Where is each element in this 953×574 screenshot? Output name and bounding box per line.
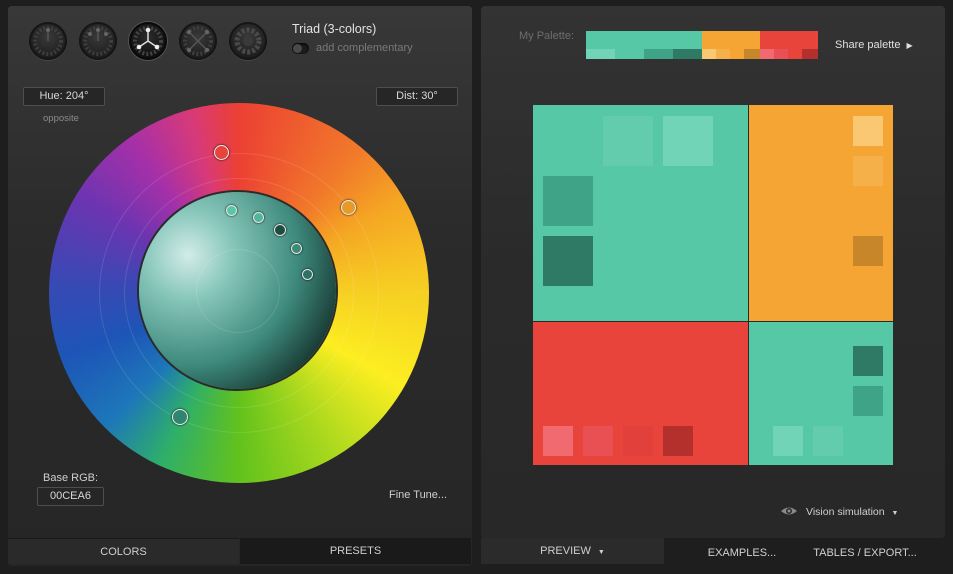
preview-swatch bbox=[663, 426, 693, 456]
rule-compound-button[interactable] bbox=[229, 22, 267, 60]
shade-marker-1[interactable] bbox=[226, 205, 237, 216]
base-rgb-field[interactable]: 00CEA6 bbox=[37, 487, 104, 506]
rule-monochromatic-button[interactable] bbox=[79, 22, 117, 60]
palette-shade bbox=[702, 49, 716, 59]
palette-shade bbox=[730, 49, 744, 59]
disc-guide-ring bbox=[196, 249, 280, 333]
shade-marker-3[interactable] bbox=[274, 224, 286, 236]
rule-title: Triad (3-colors) bbox=[292, 22, 377, 36]
complementary-label[interactable]: add complementary bbox=[316, 42, 413, 54]
preview-swatch bbox=[813, 426, 843, 456]
tab-tables-export[interactable]: TABLES / EXPORT... bbox=[802, 541, 928, 565]
palette-shade bbox=[760, 49, 774, 59]
complementary-toggle[interactable] bbox=[292, 43, 309, 54]
preview-swatch bbox=[623, 426, 653, 456]
preview-swatch bbox=[583, 426, 613, 456]
palette-preview bbox=[533, 105, 893, 465]
tab-colors[interactable]: COLORS bbox=[8, 538, 239, 564]
palette-shade bbox=[615, 49, 644, 59]
tab-preview-label: PREVIEW bbox=[540, 545, 591, 557]
chevron-down-icon: ▼ bbox=[597, 549, 605, 556]
palette-shade bbox=[586, 49, 615, 59]
shade-marker-2[interactable] bbox=[253, 212, 264, 223]
palette-shade bbox=[744, 49, 760, 59]
preview-swatch bbox=[853, 236, 883, 266]
preview-swatch bbox=[543, 176, 593, 226]
palette-swatch-red bbox=[760, 31, 818, 49]
tab-preview[interactable]: PREVIEW ▼ bbox=[481, 538, 664, 564]
monochromatic-icon bbox=[83, 26, 113, 56]
preview-swatch bbox=[773, 426, 803, 456]
rule-complementary-button[interactable] bbox=[179, 22, 217, 60]
palette-swatch-teal bbox=[586, 31, 702, 49]
preview-swatch bbox=[853, 346, 883, 376]
my-palette-label: My Palette: bbox=[519, 30, 575, 42]
shade-marker-5[interactable] bbox=[302, 269, 313, 280]
palette-shade bbox=[716, 49, 730, 59]
hue-field[interactable]: Hue: 204° bbox=[23, 87, 105, 106]
hue-marker-red[interactable] bbox=[214, 145, 229, 160]
preview-swatch bbox=[603, 116, 653, 166]
palette-shade bbox=[774, 49, 788, 59]
eye-icon[interactable] bbox=[780, 504, 798, 518]
preview-swatch bbox=[543, 236, 593, 286]
hue-sub-label: opposite bbox=[43, 113, 79, 124]
compound-gear-icon bbox=[234, 27, 262, 55]
palette-shade bbox=[802, 49, 818, 59]
chevron-right-icon: ▶ bbox=[906, 41, 913, 50]
hue-marker-teal[interactable] bbox=[172, 409, 188, 425]
triad-icon bbox=[133, 26, 163, 56]
analogous-icon bbox=[33, 26, 63, 56]
chevron-down-icon: ▼ bbox=[891, 510, 899, 517]
palette-strip[interactable] bbox=[586, 31, 818, 59]
palette-shade bbox=[788, 49, 802, 59]
preview-swatch bbox=[543, 426, 573, 456]
tab-examples[interactable]: EXAMPLES... bbox=[690, 541, 794, 565]
fine-tune-link[interactable]: Fine Tune... bbox=[389, 489, 447, 501]
palette-swatch-orange bbox=[702, 31, 760, 49]
vision-simulation-dropdown[interactable]: Vision simulation ▼ bbox=[806, 506, 898, 518]
preview-swatch bbox=[853, 116, 883, 146]
palette-shade bbox=[673, 49, 702, 59]
preview-swatch bbox=[663, 116, 713, 166]
vision-simulation-label: Vision simulation bbox=[806, 506, 885, 518]
share-palette-button[interactable]: Share palette ▶ bbox=[835, 39, 913, 51]
tab-presets[interactable]: PRESETS bbox=[240, 538, 471, 564]
base-rgb-label: Base RGB: bbox=[43, 472, 99, 484]
palette-shade bbox=[644, 49, 673, 59]
complementary-icon bbox=[183, 26, 213, 56]
rule-analogous-button[interactable] bbox=[29, 22, 67, 60]
rule-triad-button[interactable] bbox=[129, 22, 167, 60]
hue-marker-orange[interactable] bbox=[341, 200, 356, 215]
shade-marker-4[interactable] bbox=[291, 243, 302, 254]
preview-swatch bbox=[853, 386, 883, 416]
share-palette-label: Share palette bbox=[835, 39, 901, 51]
dist-field[interactable]: Dist: 30° bbox=[376, 87, 458, 106]
preview-swatch bbox=[853, 156, 883, 186]
